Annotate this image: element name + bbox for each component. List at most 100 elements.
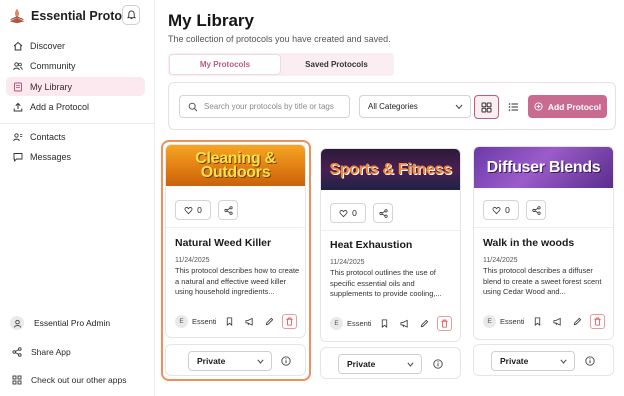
sidebar-item-messages[interactable]: Messages	[6, 147, 145, 166]
search-icon	[188, 102, 198, 111]
library-icon	[14, 82, 22, 91]
card-date: 11/24/2025	[330, 259, 365, 266]
add-protocol-button[interactable]: Add Protocol	[528, 95, 607, 118]
other-apps-link[interactable]: Check out our other apps	[12, 373, 126, 387]
megaphone-icon	[552, 317, 561, 326]
other-apps-label: Check out our other apps	[31, 375, 127, 385]
share-button[interactable]	[373, 203, 393, 223]
list-view-button[interactable]	[502, 95, 524, 119]
sidebar-item-add-protocol[interactable]: Add a Protocol	[6, 97, 145, 116]
author-avatar: E	[175, 314, 188, 328]
user-profile[interactable]: Essential Pro Admin	[10, 315, 110, 331]
promote-button[interactable]	[397, 316, 411, 330]
share-app-label: Share App	[31, 347, 71, 357]
author-avatar: E	[330, 316, 343, 330]
library-tabs: My Protocols Saved Protocols	[168, 53, 394, 76]
bell-icon	[126, 10, 136, 20]
card-date: 11/24/2025	[483, 257, 518, 264]
add-protocol-label: Add Protocol	[547, 101, 602, 112]
info-icon[interactable]	[281, 356, 291, 366]
card-description: This protocol describes a diffuser blend…	[483, 266, 602, 296]
pencil-icon	[573, 317, 581, 325]
notifications-button[interactable]	[122, 5, 140, 25]
like-button[interactable]: 0	[175, 200, 211, 220]
author-name: Essential Pro Admin	[500, 316, 524, 326]
grid-view-icon	[481, 102, 492, 112]
info-icon[interactable]	[433, 359, 443, 369]
delete-button[interactable]	[590, 313, 605, 329]
card-banner-text: Sports & Fitness	[329, 160, 452, 178]
bookmark-icon	[381, 318, 387, 328]
protocol-card[interactable]: Sports & Fitness 0 Heat Exhaustion 11/24…	[320, 148, 461, 342]
promote-button[interactable]	[242, 314, 256, 328]
edit-button[interactable]	[262, 314, 276, 328]
tab-saved-protocols[interactable]: Saved Protocols	[281, 55, 392, 74]
filter-toolbar: All Categories Add Protocol	[168, 82, 616, 130]
trash-icon	[441, 319, 448, 328]
trash-icon	[286, 317, 293, 326]
sidebar-item-contacts[interactable]: Contacts	[6, 127, 145, 146]
share-button[interactable]	[526, 200, 546, 220]
share-icon	[531, 205, 541, 215]
sidebar: Essential Protocol Discover Community My…	[0, 0, 155, 396]
grid-view-button[interactable]	[474, 95, 499, 119]
tab-my-protocols[interactable]: My Protocols	[170, 55, 280, 74]
author-name: Essential Pro Admin	[347, 318, 371, 328]
heart-icon	[492, 206, 501, 214]
sidebar-item-community[interactable]: Community	[6, 56, 145, 75]
category-select[interactable]: All Categories	[359, 95, 471, 118]
category-select-value: All Categories	[368, 102, 418, 111]
heart-icon	[339, 209, 348, 217]
promote-button[interactable]	[550, 314, 564, 328]
protocol-card[interactable]: Cleaning & Outdoors 0 Natural Weed Kille…	[165, 144, 306, 338]
sidebar-item-label: Messages	[30, 151, 72, 162]
like-count: 0	[352, 208, 357, 218]
card-banner-image: Sports & Fitness	[321, 149, 460, 190]
delete-button[interactable]	[437, 315, 452, 331]
megaphone-icon	[399, 319, 408, 328]
sidebar-item-my-library[interactable]: My Library	[6, 77, 145, 96]
like-button[interactable]: 0	[483, 200, 519, 220]
card-banner-image: Diffuser Blends	[474, 147, 613, 188]
card-title[interactable]: Walk in the woods	[483, 237, 574, 249]
bookmark-button[interactable]	[377, 316, 391, 330]
bookmark-icon	[534, 316, 540, 326]
plus-circle-icon	[534, 102, 543, 111]
edit-button[interactable]	[570, 314, 584, 328]
visibility-value: Private	[500, 356, 529, 366]
bookmark-button[interactable]	[222, 314, 236, 328]
chevron-down-icon	[257, 359, 264, 364]
share-app-link[interactable]: Share App	[12, 345, 71, 359]
info-icon[interactable]	[585, 356, 595, 366]
visibility-select[interactable]: Private	[491, 351, 575, 371]
home-icon	[13, 41, 23, 50]
bookmark-icon	[226, 316, 232, 326]
card-actions: E Essential Pro Admin	[330, 315, 452, 331]
visibility-select[interactable]: Private	[338, 354, 422, 374]
visibility-select[interactable]: Private	[188, 351, 272, 371]
sidebar-item-label: Discover	[30, 40, 66, 51]
protocol-card[interactable]: Diffuser Blends 0 Walk in the woods 11/2…	[473, 146, 614, 340]
pencil-icon	[265, 317, 273, 325]
sidebar-divider	[0, 123, 155, 124]
like-button[interactable]: 0	[330, 203, 366, 223]
visibility-value: Private	[197, 356, 226, 366]
card-divider	[166, 227, 305, 228]
share-icon	[12, 347, 22, 357]
card-title[interactable]: Natural Weed Killer	[175, 237, 271, 249]
chevron-down-icon	[560, 359, 567, 364]
contacts-icon	[13, 132, 23, 141]
delete-button[interactable]	[282, 313, 297, 329]
visibility-card: Private	[320, 347, 461, 379]
users-icon	[13, 61, 23, 70]
upload-icon	[13, 102, 23, 111]
share-button[interactable]	[218, 200, 238, 220]
grid-icon	[12, 375, 22, 385]
author-name: Essential Pro Admin	[192, 316, 216, 326]
user-name: Essential Pro Admin	[34, 318, 111, 328]
search-input[interactable]	[204, 102, 344, 111]
bookmark-button[interactable]	[530, 314, 544, 328]
sidebar-item-discover[interactable]: Discover	[6, 36, 145, 55]
card-title[interactable]: Heat Exhaustion	[330, 239, 412, 251]
edit-button[interactable]	[417, 316, 431, 330]
